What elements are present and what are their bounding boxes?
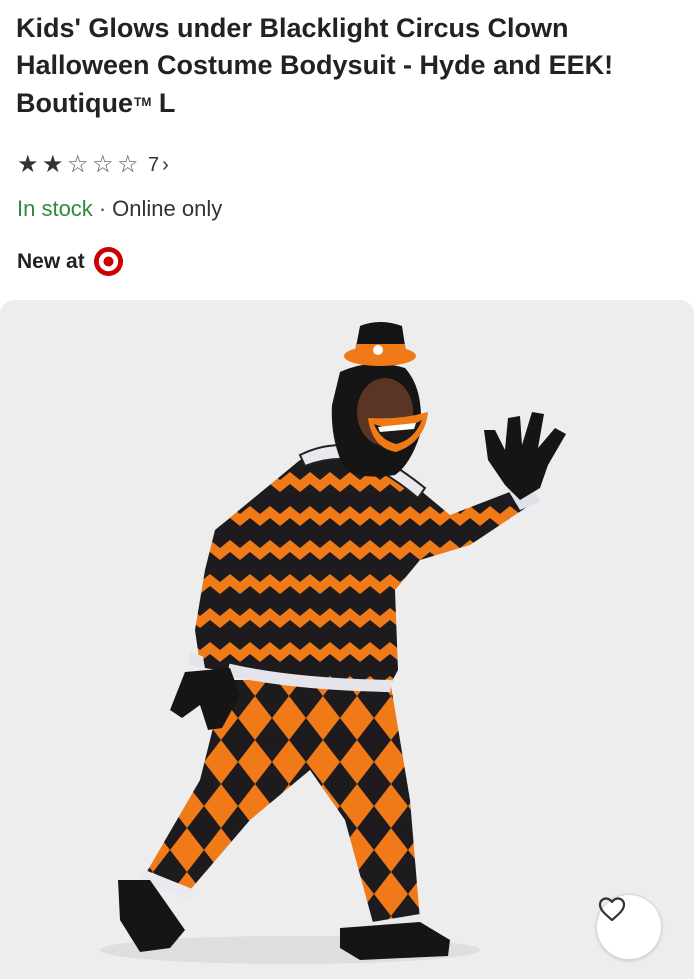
separator-dot: · <box>98 196 107 221</box>
review-count[interactable]: 7 <box>148 154 159 177</box>
channel-label: Online only <box>112 196 223 221</box>
star-filled-icon: ★ <box>42 151 64 178</box>
star-empty-icon: ☆ <box>67 151 89 178</box>
new-at-label: New at <box>17 249 85 273</box>
product-image[interactable] <box>0 300 694 979</box>
star-filled-icon: ★ <box>17 151 39 178</box>
star-empty-icon: ☆ <box>92 151 114 178</box>
new-at-row: New at <box>17 246 124 277</box>
availability-row: In stock · Online only <box>17 196 222 222</box>
favorite-button[interactable] <box>596 894 662 960</box>
costume-photo <box>100 322 566 964</box>
chevron-right-icon[interactable]: › <box>162 154 169 177</box>
target-bullseye-icon <box>93 246 123 277</box>
product-header: Kids' Glows under Blacklight Circus Clow… <box>16 10 686 122</box>
star-empty-icon: ☆ <box>117 151 139 178</box>
size-suffix: L <box>158 88 176 118</box>
product-title: Kids' Glows under Blacklight Circus Clow… <box>16 13 614 118</box>
heart-icon <box>598 897 626 922</box>
trademark-mark: TM <box>133 95 152 109</box>
stock-status: In stock <box>17 196 93 221</box>
rating-row[interactable]: ★ ★ ☆ ☆ ☆ 7 › <box>17 152 169 178</box>
